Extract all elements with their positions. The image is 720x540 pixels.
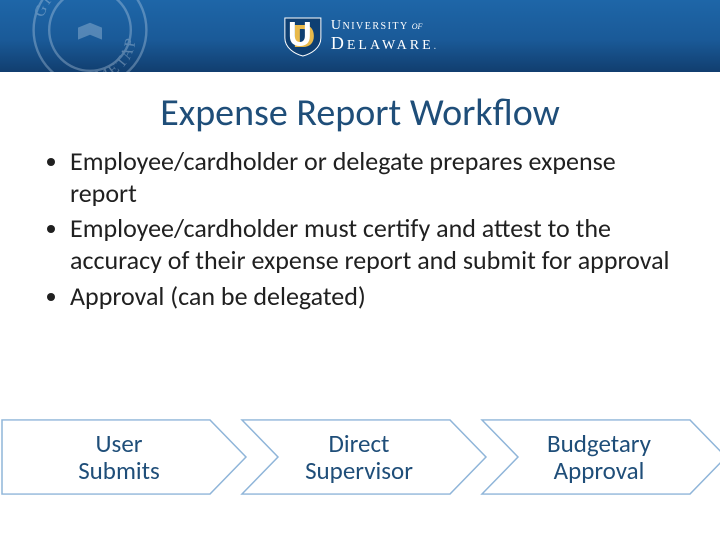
slide-title: Expense Report Workflow xyxy=(0,90,720,136)
bullet-item: Employee/cardholder must certify and att… xyxy=(70,213,678,276)
ud-monogram-icon xyxy=(281,14,325,58)
logo-line1-of: OF xyxy=(412,23,423,31)
svg-text:GRAMM: GRAMM xyxy=(31,0,100,19)
logo-text: U NIVERSITY OF DELAWARE. xyxy=(331,19,439,53)
bullet-item: Employee/cardholder or delegate prepares… xyxy=(70,146,678,209)
logo-line2-first: D xyxy=(331,33,347,53)
chevron-label-line: User xyxy=(78,430,160,458)
chevron-step-1: User Submits xyxy=(0,418,250,496)
chevron-label-line: Approval xyxy=(547,457,651,485)
logo-line2-dot: . xyxy=(434,41,440,52)
bullet-item: Approval (can be delegated) xyxy=(70,281,678,313)
university-seal-icon: GRAMM METAP xyxy=(30,0,150,72)
chevron-label-line: Submits xyxy=(78,457,160,485)
header-band: GRAMM METAP U NIVERSITY OF xyxy=(0,0,720,72)
chevron-step-2: Direct Supervisor xyxy=(240,418,490,496)
logo-line1-first: U xyxy=(331,19,343,33)
bullet-list: Employee/cardholder or delegate prepares… xyxy=(42,146,678,313)
process-chevrons: User Submits Direct Supervisor Budgetary… xyxy=(0,412,720,502)
chevron-label-line: Direct xyxy=(305,430,413,458)
logo-line1-word: NIVERSITY xyxy=(342,22,408,32)
chevron-label-line: Budgetary xyxy=(547,430,651,458)
chevron-step-3: Budgetary Approval xyxy=(480,418,720,496)
logo-line2-word: ELAWARE xyxy=(347,38,434,53)
chevron-label-line: Supervisor xyxy=(305,457,413,485)
university-logo: U NIVERSITY OF DELAWARE. xyxy=(281,14,439,58)
